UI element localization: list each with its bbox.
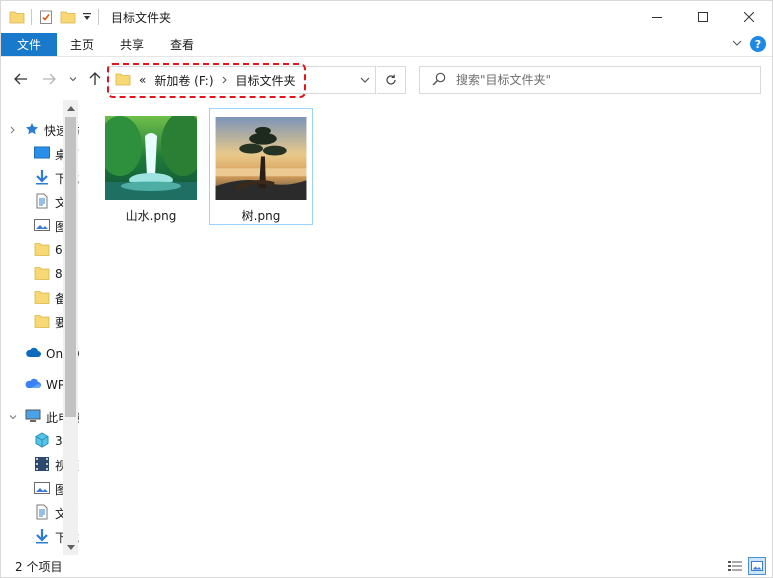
file-item[interactable]: 山水.png — [99, 108, 203, 225]
sidebar-scrollbar[interactable] — [63, 100, 78, 555]
explorer-window: 目标文件夹 文件 主页 共享 查看 ? « 新加卷 (F:) 目标文件夹 搜索"… — [0, 0, 773, 578]
search-box[interactable] — [419, 66, 761, 94]
folder-icon — [9, 7, 25, 27]
document-icon — [34, 193, 50, 212]
forward-button[interactable] — [41, 70, 57, 88]
minimize-button[interactable] — [634, 1, 680, 33]
recent-locations-button[interactable] — [67, 70, 79, 88]
scroll-up-button[interactable] — [63, 100, 78, 115]
large-icons-view-icon[interactable] — [748, 557, 766, 575]
search-icon — [432, 72, 446, 89]
folder-icon — [115, 71, 131, 90]
ribbon-tabs: 文件 主页 共享 查看 ? — [1, 33, 772, 57]
status-bar: 2 个项目 — [1, 555, 772, 577]
view-switcher — [726, 557, 766, 575]
breadcrumb-overflow[interactable]: « — [139, 73, 146, 87]
up-button[interactable] — [87, 70, 103, 88]
tree-thumbnail — [215, 117, 307, 200]
chevron-right-icon[interactable] — [9, 126, 17, 134]
details-view-icon[interactable] — [726, 557, 744, 575]
folder-icon — [34, 313, 50, 332]
toolbar-separator — [31, 9, 32, 25]
file-name: 树.png — [241, 209, 281, 223]
folder-icon — [34, 241, 50, 260]
navigation-pane: 快速访问 桌面 下载 文档 图片 6 8 备 — [1, 100, 79, 555]
desktop-icon — [34, 146, 50, 163]
ribbon-right-controls: ? — [732, 36, 766, 52]
toolbar-separator — [98, 9, 99, 25]
picture-icon — [34, 218, 50, 235]
download-icon — [34, 528, 50, 547]
scroll-thumb[interactable] — [65, 117, 76, 417]
star-icon — [25, 122, 39, 139]
tab-view[interactable]: 查看 — [157, 33, 207, 56]
customize-toolbar-icon[interactable] — [82, 7, 92, 27]
file-list: 山水.png 树.png — [79, 100, 772, 555]
breadcrumb-current-folder[interactable]: 目标文件夹 — [236, 72, 296, 89]
refresh-button[interactable] — [377, 66, 406, 94]
item-count: 2 个项目 — [15, 559, 63, 574]
help-icon[interactable]: ? — [750, 36, 766, 52]
onedrive-icon — [25, 347, 41, 362]
chevron-down-icon[interactable] — [9, 413, 17, 421]
window-controls — [634, 1, 772, 33]
navigation-bar: « 新加卷 (F:) 目标文件夹 — [1, 58, 772, 100]
chevron-right-icon[interactable] — [222, 74, 228, 87]
title-bar: 目标文件夹 — [1, 1, 772, 33]
computer-icon — [25, 409, 41, 426]
breadcrumb: « 新加卷 (F:) 目标文件夹 — [109, 71, 296, 90]
file-item-selected[interactable]: 树.png — [209, 108, 313, 225]
video-icon — [34, 456, 50, 475]
file-name: 山水.png — [125, 209, 177, 223]
address-dropdown-button[interactable] — [354, 66, 376, 94]
properties-icon[interactable] — [38, 7, 54, 27]
download-icon — [34, 169, 50, 188]
tab-share[interactable]: 共享 — [107, 33, 157, 56]
tab-file[interactable]: 文件 — [1, 33, 58, 56]
breadcrumb-drive[interactable]: 新加卷 (F:) — [154, 72, 213, 89]
maximize-button[interactable] — [680, 1, 726, 33]
window-title: 目标文件夹 — [111, 10, 172, 25]
quick-access-toolbar — [1, 1, 105, 33]
document-icon — [34, 504, 50, 523]
folder-icon — [34, 289, 50, 308]
expand-ribbon-icon[interactable] — [732, 37, 742, 51]
close-button[interactable] — [726, 1, 772, 33]
tab-home[interactable]: 主页 — [57, 33, 107, 56]
sidebar-item-folder-6[interactable]: 6 — [34, 239, 63, 261]
cloud-icon — [25, 378, 41, 393]
cube-icon — [34, 431, 50, 451]
search-input[interactable] — [456, 73, 736, 87]
folder-icon — [34, 265, 50, 284]
new-folder-icon[interactable] — [60, 7, 76, 27]
scroll-down-button[interactable] — [63, 540, 78, 555]
waterfall-thumbnail — [105, 116, 197, 200]
sidebar-item-folder-8[interactable]: 8 — [34, 263, 63, 285]
picture-icon — [34, 481, 50, 498]
address-bar[interactable]: « 新加卷 (F:) 目标文件夹 — [108, 66, 376, 94]
back-button[interactable] — [13, 70, 29, 88]
